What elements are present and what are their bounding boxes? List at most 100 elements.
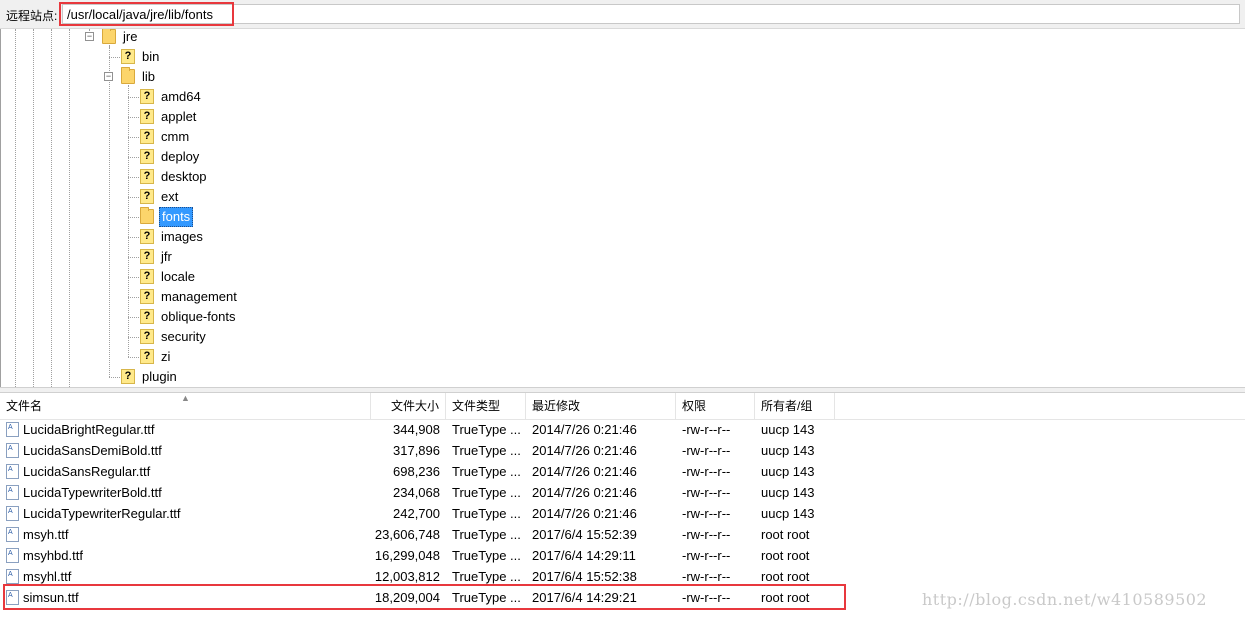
file-row[interactable]: LucidaBrightRegular.ttf 344,908 TrueType .… (0, 419, 1245, 440)
file-owner: uucp 143 (761, 464, 815, 479)
tree-item-label: images (161, 229, 203, 244)
file-row[interactable]: msyhbd.ttf 16,299,048 TrueType ... 2017/6/4… (0, 545, 1245, 566)
tree-guide-line (128, 137, 139, 138)
sort-ascending-icon: ▲ (181, 393, 190, 403)
font-file-icon (6, 569, 19, 584)
file-permissions: -rw-r--r-- (682, 569, 731, 584)
tree-guide-line (128, 317, 139, 318)
file-size: 16,299,048 (374, 548, 440, 563)
file-type: TrueType ... (452, 548, 521, 563)
tree-item-label: applet (161, 109, 197, 124)
column-header-modified[interactable]: 最近修改 (526, 393, 676, 419)
file-row[interactable]: LucidaTypewriterRegular.ttf 242,700 TrueTy… (0, 503, 1245, 524)
file-type: TrueType ... (452, 422, 521, 437)
tree-guide-line (128, 297, 139, 298)
column-header-filesize[interactable]: 文件大小 (371, 393, 446, 419)
file-permissions: -rw-r--r-- (682, 527, 731, 542)
tree-guide-line (128, 257, 139, 258)
file-modified: 2014/7/26 0:21:46 (532, 422, 637, 437)
remote-site-bar: 远程站点: /usr/local/java/jre/lib/fonts (0, 0, 1245, 29)
folder-icon (121, 67, 135, 84)
file-size: 242,700 (393, 506, 440, 521)
file-size: 18,209,004 (374, 590, 440, 605)
tree-item-label: cmm (161, 129, 190, 144)
tree-guide-line (128, 337, 139, 338)
tree-item-label: lib (142, 69, 156, 84)
file-name: simsun.ttf (23, 590, 79, 605)
remote-file-list[interactable]: 文件名文件大小文件类型最近修改权限所有者/组 ▲ LucidaBrightReg… (0, 393, 1245, 620)
file-type: TrueType ... (452, 590, 521, 605)
file-size: 234,068 (393, 485, 440, 500)
remote-site-label: 远程站点: (6, 9, 58, 23)
file-name: LucidaSansRegular.ttf (23, 464, 151, 479)
tree-guide-line (51, 29, 52, 387)
file-row[interactable]: msyh.ttf 23,606,748 TrueType ... 2017/6/4 1… (0, 524, 1245, 545)
collapse-icon[interactable]: − (104, 72, 113, 81)
tree-item-label: fonts (159, 207, 194, 227)
file-permissions: -rw-r--r-- (682, 443, 731, 458)
tree-guide-line (128, 157, 139, 158)
file-type: TrueType ... (452, 569, 521, 584)
file-modified: 2014/7/26 0:21:46 (532, 464, 637, 479)
file-row[interactable]: LucidaSansRegular.ttf 698,236 TrueType ...… (0, 461, 1245, 482)
file-row[interactable]: LucidaTypewriterBold.ttf 234,068 TrueType … (0, 482, 1245, 503)
file-owner: uucp 143 (761, 443, 815, 458)
question-folder-icon: ? (140, 89, 154, 104)
question-folder-icon: ? (140, 309, 154, 324)
file-modified: 2017/6/4 15:52:38 (532, 569, 637, 584)
file-owner: uucp 143 (761, 506, 815, 521)
tree-guide-line (109, 57, 120, 58)
tree-item-label: bin (142, 49, 160, 64)
file-type: TrueType ... (452, 443, 521, 458)
file-type: TrueType ... (452, 506, 521, 521)
file-permissions: -rw-r--r-- (682, 548, 731, 563)
question-folder-icon: ? (140, 289, 154, 304)
tree-item-label: management (161, 289, 237, 304)
tree-guide-line (128, 217, 139, 218)
file-owner: uucp 143 (761, 422, 815, 437)
tree-guide-line (128, 97, 139, 98)
file-size: 23,606,748 (374, 527, 440, 542)
collapse-icon[interactable]: − (85, 32, 94, 41)
remote-directory-tree[interactable]: jre −? bin lib −? plugin? amd64? applet? cmm? dep… (0, 29, 1245, 387)
file-permissions: -rw-r--r-- (682, 464, 731, 479)
font-file-icon (6, 422, 19, 437)
file-row[interactable]: msyhl.ttf 12,003,812 TrueType ... 2017/6/4 … (0, 566, 1245, 587)
file-modified: 2014/7/26 0:21:46 (532, 443, 637, 458)
file-permissions: -rw-r--r-- (682, 422, 731, 437)
tree-guide-line (128, 197, 139, 198)
tree-item-label: locale (161, 269, 195, 284)
tree-guide-line (128, 357, 139, 358)
tree-item-label: jre (123, 29, 138, 44)
tree-guide-line (109, 377, 120, 378)
column-header-owner[interactable]: 所有者/组 (755, 393, 835, 419)
font-file-icon (6, 485, 19, 500)
column-header-permissions[interactable]: 权限 (676, 393, 755, 419)
file-name: LucidaTypewriterBold.ttf (23, 485, 162, 500)
tree-guide-line (33, 29, 34, 387)
file-modified: 2017/6/4 14:29:21 (532, 590, 637, 605)
tree-item-label: deploy (161, 149, 200, 164)
font-file-icon (6, 506, 19, 521)
folder-icon (102, 29, 116, 44)
file-size: 317,896 (393, 443, 440, 458)
file-name: LucidaTypewriterRegular.ttf (23, 506, 181, 521)
file-permissions: -rw-r--r-- (682, 590, 731, 605)
font-file-icon (6, 464, 19, 479)
remote-path-input[interactable]: /usr/local/java/jre/lib/fonts (62, 4, 1240, 24)
question-folder-icon: ? (121, 369, 135, 384)
tree-guide-line (128, 177, 139, 178)
tree-guide-line (128, 277, 139, 278)
question-folder-icon: ? (140, 149, 154, 164)
file-type: TrueType ... (452, 485, 521, 500)
column-header-filetype[interactable]: 文件类型 (446, 393, 526, 419)
file-row[interactable]: LucidaSansDemiBold.ttf 317,896 TrueType ..… (0, 440, 1245, 461)
file-size: 344,908 (393, 422, 440, 437)
question-folder-icon: ? (140, 329, 154, 344)
font-file-icon (6, 590, 19, 605)
tree-guide-line (109, 45, 110, 377)
file-modified: 2017/6/4 15:52:39 (532, 527, 637, 542)
tree-guide-line (128, 117, 139, 118)
tree-item-label: oblique-fonts (161, 309, 236, 324)
question-folder-icon: ? (140, 229, 154, 244)
